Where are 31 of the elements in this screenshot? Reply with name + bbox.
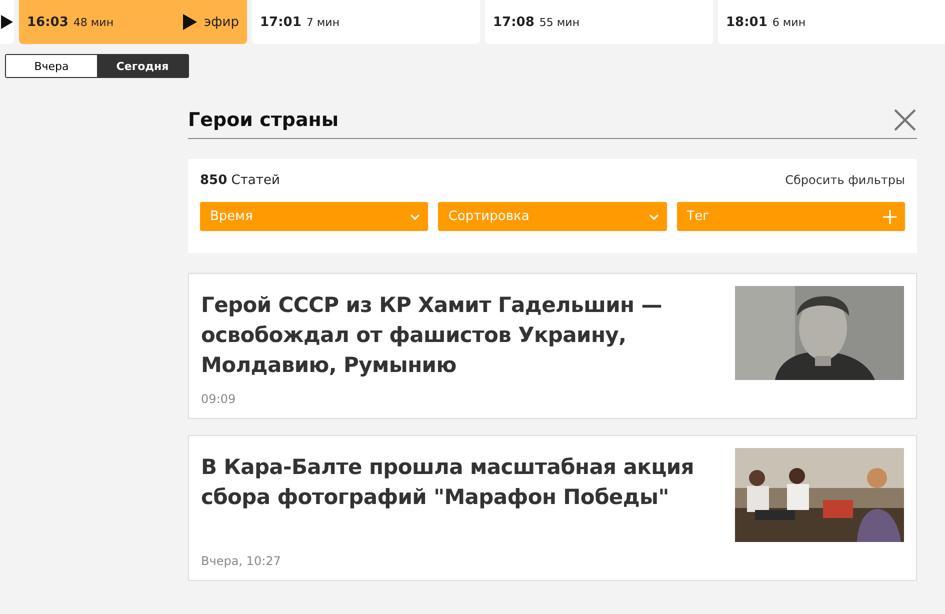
day-tab[interactable]: Вчера [6,55,97,77]
close-icon[interactable] [893,108,917,132]
day-tab[interactable]: Сегодня [97,55,188,77]
play-icon [0,14,14,30]
schedule-duration: 48 мин [73,16,114,28]
schedule-time: 17:01 [260,14,302,30]
article-card[interactable]: В Кара-Балте прошла масштабная акция сбора фотографий "Марафон Победы" Вчера, 10:27 [188,435,917,581]
schedule-duration: 55 мин [539,16,580,28]
play-button[interactable] [0,0,14,44]
schedule-card[interactable]: 16:03 48 мин эфир [19,0,247,44]
article-time: Вчера, 10:27 [201,554,282,568]
schedule-time: 17:08 [493,14,534,30]
schedule-time: 18:01 [726,14,768,30]
schedule-card[interactable]: 17:01 7 мин [252,0,480,44]
article-title: Герой СССР из КР Хамит Гадельшин — освобождал от фашистов Украину, Молдавию, Румынию [201,292,663,379]
live-label: эфир [204,14,239,30]
article-count: 850 Статей [200,173,280,188]
section-title: Герои страны [188,109,339,131]
article-time: 09:09 [201,392,237,406]
schedule-duration: 7 мин [306,16,340,28]
plus-icon [882,210,897,224]
reset-filters-link[interactable]: Сбросить фильтры [785,173,905,188]
schedule-card[interactable]: 18:01 6 мин [718,0,945,44]
schedule-duration: 6 мин [772,16,806,28]
chevron-down-icon [648,214,659,220]
article-title: В Кара-Балте прошла масштабная акция сбора фотографий "Марафон Победы" [201,454,695,511]
schedule-time: 16:03 [27,14,68,30]
schedule-card[interactable]: 17:08 55 мин [485,0,713,44]
chevron-down-icon [410,214,420,220]
play-icon [182,13,198,31]
article-card[interactable]: Герой СССР из КР Хамит Гадельшин — освобождал от фашистов Украину, Молдавию, Румынию 09:09 [188,273,917,419]
